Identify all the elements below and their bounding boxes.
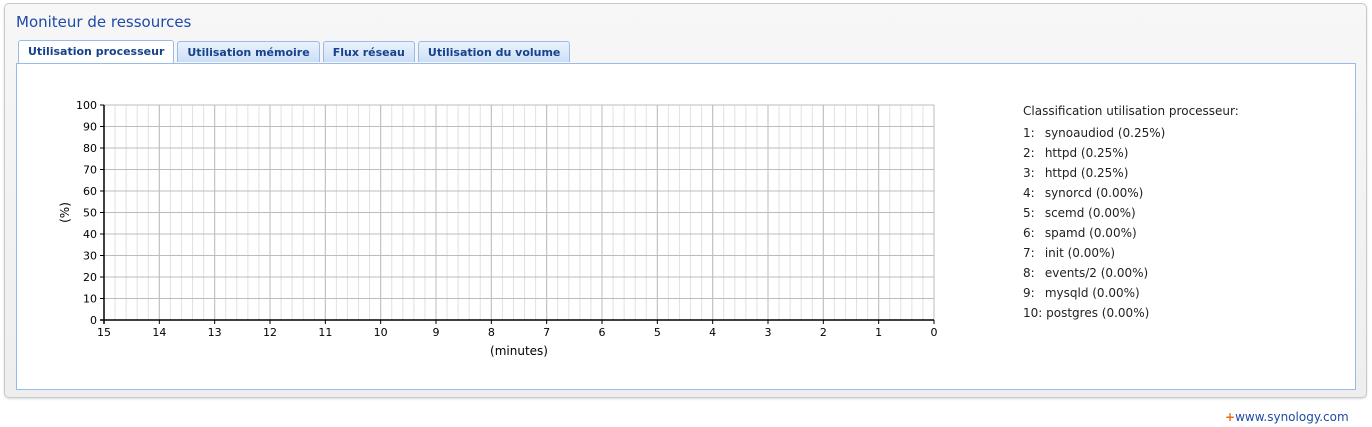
y-tick-label: 30 [83,250,97,263]
ranking-number: 6: [1023,226,1035,240]
tab-bar: Utilisation processeur Utilisation mémoi… [18,40,573,63]
y-tick-label: 40 [83,228,97,241]
ranking-number: 8: [1023,266,1035,280]
y-tick-label: 10 [83,293,97,306]
x-axis-label: (minutes) [490,344,548,358]
resource-monitor-window: Moniteur de ressources Utilisation proce… [4,3,1367,398]
cpu-ranking-list: Classification utilisation processeur: 1… [1023,104,1239,323]
cpu-ranking-title: Classification utilisation processeur: [1023,104,1239,118]
ranking-number: 10: [1023,306,1043,320]
ranking-item: 5: scemd (0.00%) [1023,203,1239,223]
y-tick-label: 0 [90,314,97,327]
ranking-item: 1: synoaudiod (0.25%) [1023,123,1239,143]
x-tick-label: 13 [208,326,222,339]
ranking-item: 10: postgres (0.00%) [1023,303,1239,323]
tab-cpu-usage[interactable]: Utilisation processeur [18,40,175,63]
x-tick-label: 6 [599,326,606,339]
ranking-process: mysqld (0.00%) [1044,286,1140,300]
ranking-item: 7: init (0.00%) [1023,243,1239,263]
y-tick-label: 20 [83,271,97,284]
plus-icon: + [1225,410,1236,424]
x-tick-label: 2 [820,326,827,339]
x-tick-label: 15 [97,326,111,339]
ranking-process: httpd (0.25%) [1044,146,1129,160]
y-tick-label: 90 [83,121,97,134]
x-tick-label: 9 [433,326,440,339]
cpu-usage-chart: 010203040506070809010015 14 13 12 11 10 9 8 7 6 5 4… [58,99,938,358]
tab-volume-usage[interactable]: Utilisation du volume [417,41,571,62]
window-title: Moniteur de ressources [16,13,192,31]
y-axis-label: (%) [58,202,72,223]
ranking-process: postgres (0.00%) [1046,306,1150,320]
y-tick-label: 50 [83,207,97,220]
ranking-number: 3: [1023,166,1035,180]
tab-memory-usage[interactable]: Utilisation mémoire [177,41,320,62]
y-tick-label: 80 [83,142,97,155]
x-tick-label: 7 [543,326,550,339]
ranking-item: 2: httpd (0.25%) [1023,143,1239,163]
ranking-number: 7: [1023,246,1035,260]
ranking-item: 8: events/2 (0.00%) [1023,263,1239,283]
ranking-item: 9: mysqld (0.00%) [1023,283,1239,303]
ranking-number: 1: [1023,126,1035,140]
ranking-process: synoaudiod (0.25%) [1044,126,1166,140]
y-tick-label: 60 [83,185,97,198]
y-tick-label: 100 [76,99,97,112]
cpu-usage-panel: 0 10 20 30 40 50 60 70 80 90 100 15 14 13 12 11 10 9 8 7 6 5 4… [16,63,1356,390]
x-tick-label: 1 [875,326,882,339]
x-tick-label: 12 [263,326,277,339]
x-tick-label: 5 [654,326,661,339]
ranking-process: httpd (0.25%) [1044,166,1129,180]
ranking-process: synorcd (0.00%) [1044,186,1144,200]
ranking-number: 4: [1023,186,1035,200]
tab-network-flow[interactable]: Flux réseau [322,41,415,62]
x-tick-label: 8 [488,326,495,339]
ranking-process: events/2 (0.00%) [1044,266,1149,280]
x-tick-label: 3 [765,326,772,339]
synology-link[interactable]: +www.synology.com [1225,410,1349,424]
ranking-item: 4: synorcd (0.00%) [1023,183,1239,203]
ranking-process: init (0.00%) [1044,246,1116,260]
ranking-process: scemd (0.00%) [1044,206,1136,220]
ranking-number: 9: [1023,286,1035,300]
ranking-process: spamd (0.00%) [1044,226,1137,240]
ranking-item: 6: spamd (0.00%) [1023,223,1239,243]
synology-link-text: www.synology.com [1235,410,1349,424]
x-tick-label: 0 [931,326,938,339]
y-tick-label: 70 [83,164,97,177]
x-tick-label: 10 [374,326,388,339]
x-tick-label: 4 [709,326,716,339]
x-tick-label: 14 [152,326,166,339]
ranking-number: 5: [1023,206,1035,220]
ranking-number: 2: [1023,146,1035,160]
x-tick-label: 11 [318,326,332,339]
ranking-item: 3: httpd (0.25%) [1023,163,1239,183]
